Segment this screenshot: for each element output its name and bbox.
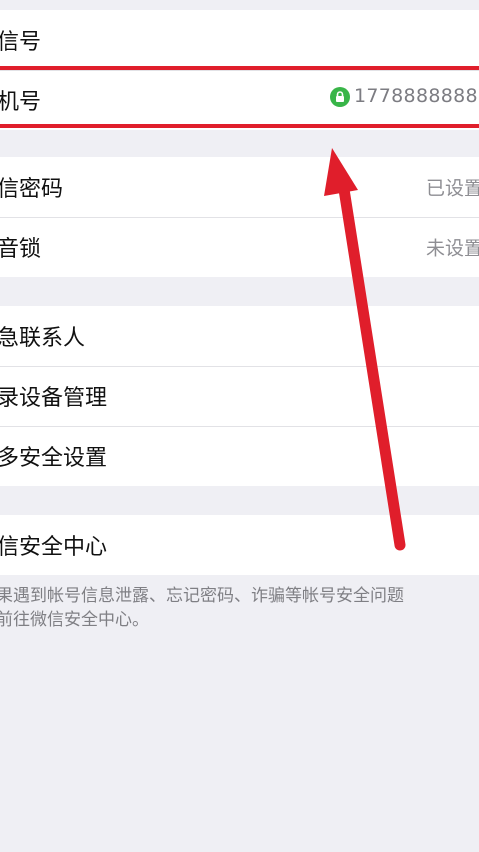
red-arrow-annotation [324, 148, 406, 551]
